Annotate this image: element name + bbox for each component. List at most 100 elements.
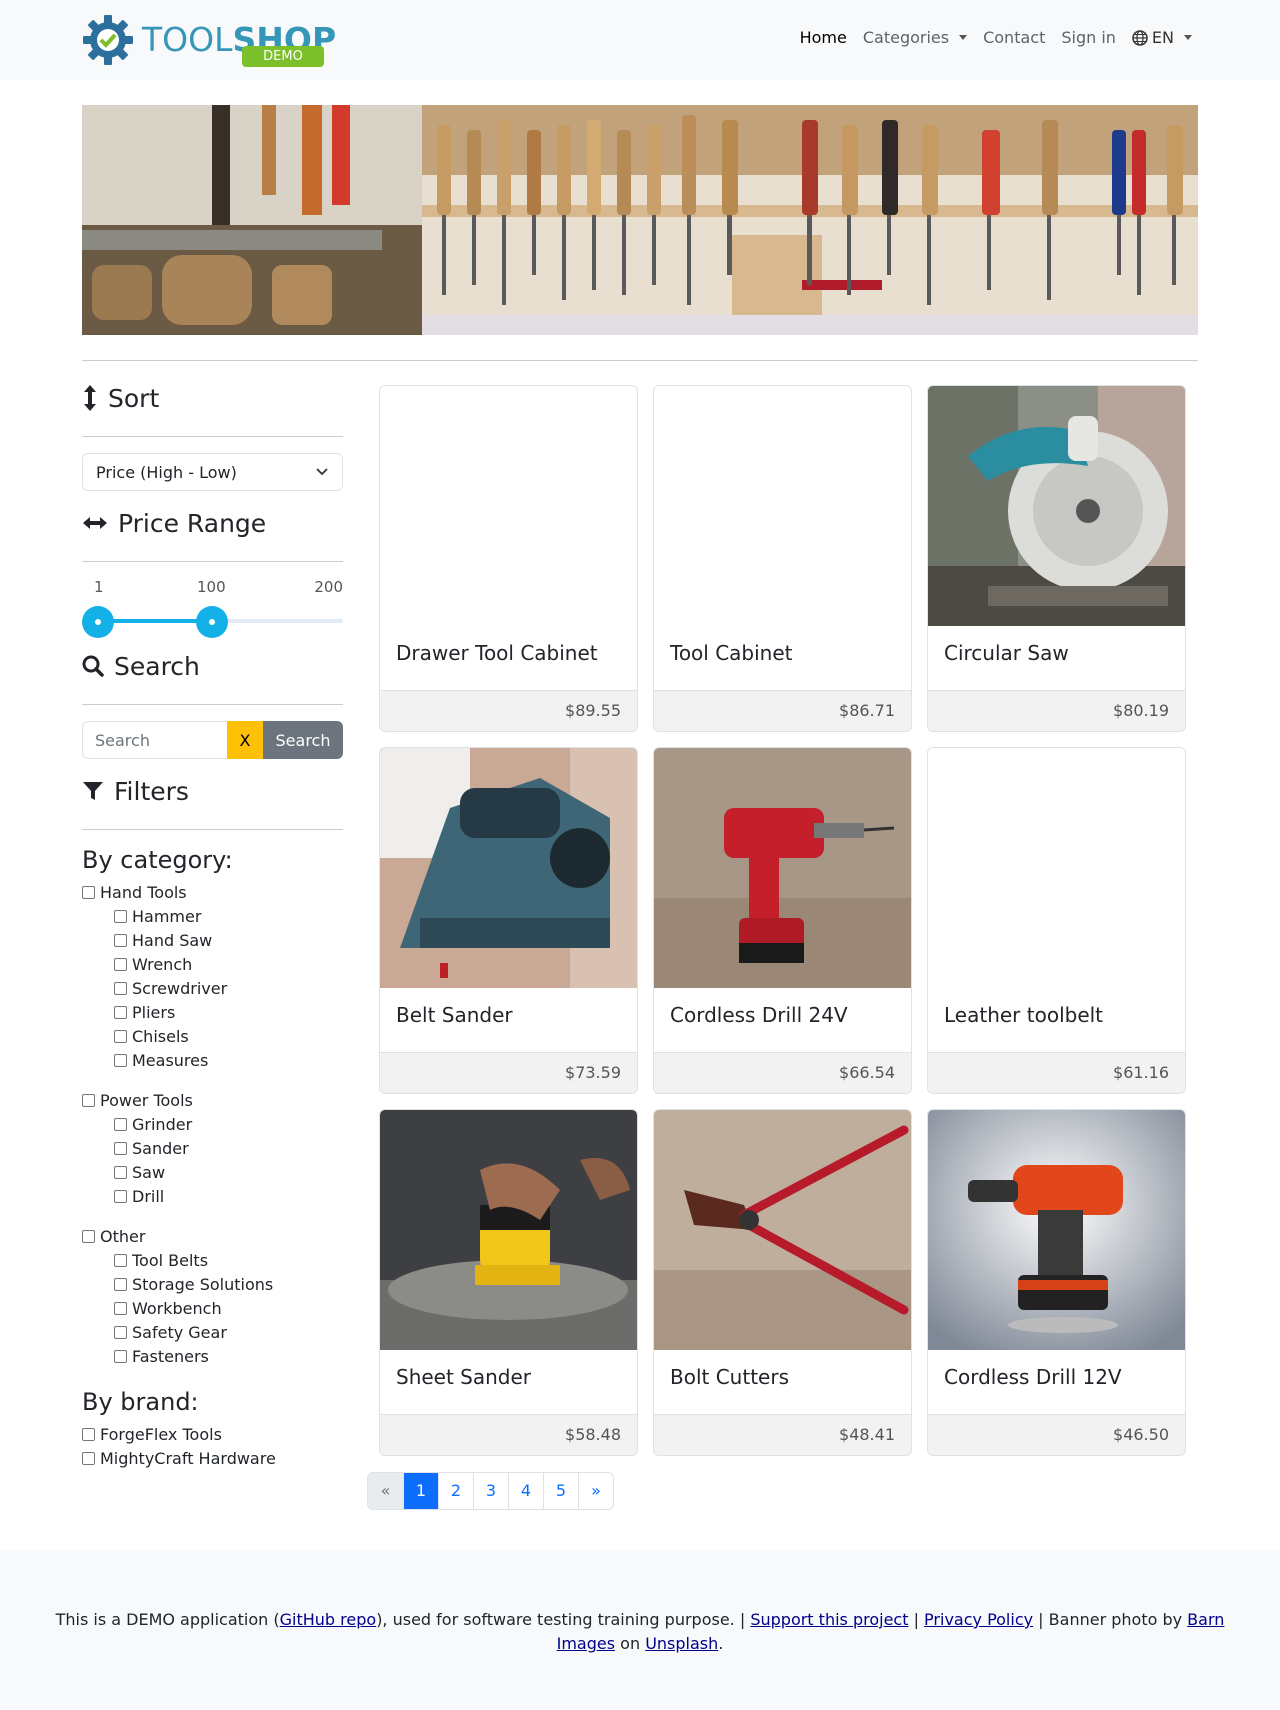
category-checkbox[interactable]: Other: [82, 1224, 343, 1248]
product-card[interactable]: Tool Cabinet $86.71: [653, 385, 912, 732]
subcategory-checkbox[interactable]: Saw: [82, 1160, 343, 1184]
checkbox-box[interactable]: [114, 1141, 127, 1155]
slider-thumb-min[interactable]: [82, 606, 114, 638]
pagination-page-4[interactable]: 4: [508, 1473, 543, 1509]
price-range-labels: 1 100 200: [82, 578, 343, 598]
filters-divider: [82, 829, 343, 830]
sort-select[interactable]: Price (High - Low): [82, 453, 343, 491]
checkbox-box[interactable]: [82, 1427, 95, 1441]
unsplash-link[interactable]: Unsplash: [645, 1634, 718, 1653]
subcategory-checkbox[interactable]: Tool Belts: [82, 1248, 343, 1272]
sort-select-value: Price (High - Low): [96, 462, 237, 482]
checkbox-box[interactable]: [114, 1165, 127, 1179]
nav-language[interactable]: EN: [1124, 28, 1200, 47]
price-divider: [82, 561, 343, 562]
product-card[interactable]: Drawer Tool Cabinet $89.55: [379, 385, 638, 732]
nav-home[interactable]: Home: [792, 28, 855, 47]
subcategory-checkbox[interactable]: Workbench: [82, 1296, 343, 1320]
product-card[interactable]: Belt Sander $73.59: [379, 747, 638, 1094]
category-checkbox[interactable]: Hand Tools: [82, 880, 343, 904]
product-card[interactable]: Cordless Drill 24V $66.54: [653, 747, 912, 1094]
checkbox-box[interactable]: [114, 1117, 127, 1131]
subcategory-checkbox[interactable]: Chisels: [82, 1024, 343, 1048]
product-card[interactable]: Sheet Sander $58.48: [379, 1109, 638, 1456]
category-group: Other Tool Belts Storage Solutions Workbenc…: [82, 1224, 343, 1368]
product-price-footer: $86.71: [654, 690, 911, 731]
gear-check-icon: [83, 15, 133, 65]
subcategory-checkbox[interactable]: Hammer: [82, 904, 343, 928]
product-image: [928, 386, 1185, 626]
checkbox-box[interactable]: [82, 1229, 95, 1243]
toolshop-logo[interactable]: TOOLSHOP DEMO: [82, 14, 336, 68]
subcategory-checkbox[interactable]: Pliers: [82, 1000, 343, 1024]
nav-categories[interactable]: Categories: [855, 28, 975, 47]
checkbox-box[interactable]: [114, 909, 127, 923]
checkbox-box[interactable]: [82, 1451, 95, 1465]
nav-sign-in[interactable]: Sign in: [1053, 28, 1124, 47]
checkbox-box[interactable]: [114, 1301, 127, 1315]
sort-heading: Sort: [82, 380, 343, 416]
github-repo-link[interactable]: GitHub repo: [280, 1610, 377, 1629]
subcategory-checkbox[interactable]: Safety Gear: [82, 1320, 343, 1344]
logo-demo-badge: DEMO: [242, 46, 324, 67]
checkbox-box[interactable]: [114, 1053, 127, 1067]
product-name: Leather toolbelt: [944, 1003, 1104, 1027]
support-project-link[interactable]: Support this project: [750, 1610, 908, 1629]
checkbox-box[interactable]: [114, 981, 127, 995]
checkbox-box[interactable]: [114, 1029, 127, 1043]
checkbox-box[interactable]: [114, 957, 127, 971]
privacy-policy-link[interactable]: Privacy Policy: [924, 1610, 1033, 1629]
search-heading: Search: [82, 648, 343, 684]
checkbox-box[interactable]: [114, 933, 127, 947]
category-checkbox[interactable]: Power Tools: [82, 1088, 343, 1112]
checkbox-box[interactable]: [114, 1253, 127, 1267]
product-card[interactable]: Cordless Drill 12V $46.50: [927, 1109, 1186, 1456]
brand-checkbox[interactable]: MightyCraft Hardware: [82, 1446, 343, 1470]
filters-heading: Filters: [82, 773, 343, 809]
product-name: Cordless Drill 24V: [670, 1003, 848, 1027]
brand-checkbox[interactable]: ForgeFlex Tools: [82, 1422, 343, 1446]
search-input[interactable]: [82, 721, 227, 759]
subcategory-checkbox[interactable]: Measures: [82, 1048, 343, 1072]
checkbox-box[interactable]: [82, 1093, 95, 1107]
checkbox-box[interactable]: [114, 1189, 127, 1203]
subcategory-checkbox[interactable]: Hand Saw: [82, 928, 343, 952]
pagination-page-1[interactable]: 1: [403, 1473, 438, 1509]
subcategory-checkbox[interactable]: Grinder: [82, 1112, 343, 1136]
slider-thumb-max[interactable]: [195, 606, 228, 638]
subcategory-checkbox[interactable]: Drill: [82, 1184, 343, 1208]
subcategory-checkbox[interactable]: Sander: [82, 1136, 343, 1160]
checkbox-box[interactable]: [114, 1277, 127, 1291]
subcategory-checkbox[interactable]: Fasteners: [82, 1344, 343, 1368]
search-submit-button[interactable]: Search: [263, 721, 343, 759]
product-price-footer: $89.55: [380, 690, 637, 731]
pagination-page-3[interactable]: 3: [473, 1473, 508, 1509]
checkbox-box[interactable]: [114, 1005, 127, 1019]
sort-divider: [82, 436, 343, 437]
product-name: Sheet Sander: [396, 1365, 532, 1389]
checkbox-box[interactable]: [114, 1325, 127, 1339]
product-card[interactable]: Circular Saw $80.19: [927, 385, 1186, 732]
product-price-footer: $58.48: [380, 1414, 637, 1455]
search-clear-button[interactable]: X: [227, 721, 263, 759]
pagination-next[interactable]: »: [578, 1473, 613, 1509]
subcategory-checkbox[interactable]: Storage Solutions: [82, 1272, 343, 1296]
product-price-footer: $80.19: [928, 690, 1185, 731]
product-card[interactable]: Leather toolbelt $61.16: [927, 747, 1186, 1094]
subcategory-checkbox[interactable]: Screwdriver: [82, 976, 343, 1000]
main-nav: Home Categories Contact Sign in EN: [792, 28, 1200, 47]
nav-contact[interactable]: Contact: [975, 28, 1053, 47]
price-current-label: 100: [197, 578, 226, 596]
by-brand-heading: By brand:: [82, 1388, 199, 1416]
pagination-page-2[interactable]: 2: [438, 1473, 473, 1509]
pagination-page-5[interactable]: 5: [543, 1473, 578, 1509]
product-image: [380, 748, 637, 988]
checkbox-box[interactable]: [82, 885, 95, 899]
subcategory-checkbox[interactable]: Wrench: [82, 952, 343, 976]
brand-filter-list: ForgeFlex Tools MightyCraft Hardware: [82, 1422, 343, 1470]
checkbox-box[interactable]: [114, 1349, 127, 1363]
product-card[interactable]: Bolt Cutters $48.41: [653, 1109, 912, 1456]
product-name: Tool Cabinet: [670, 641, 793, 665]
product-image: [654, 748, 911, 988]
price-range-slider[interactable]: [82, 606, 343, 638]
